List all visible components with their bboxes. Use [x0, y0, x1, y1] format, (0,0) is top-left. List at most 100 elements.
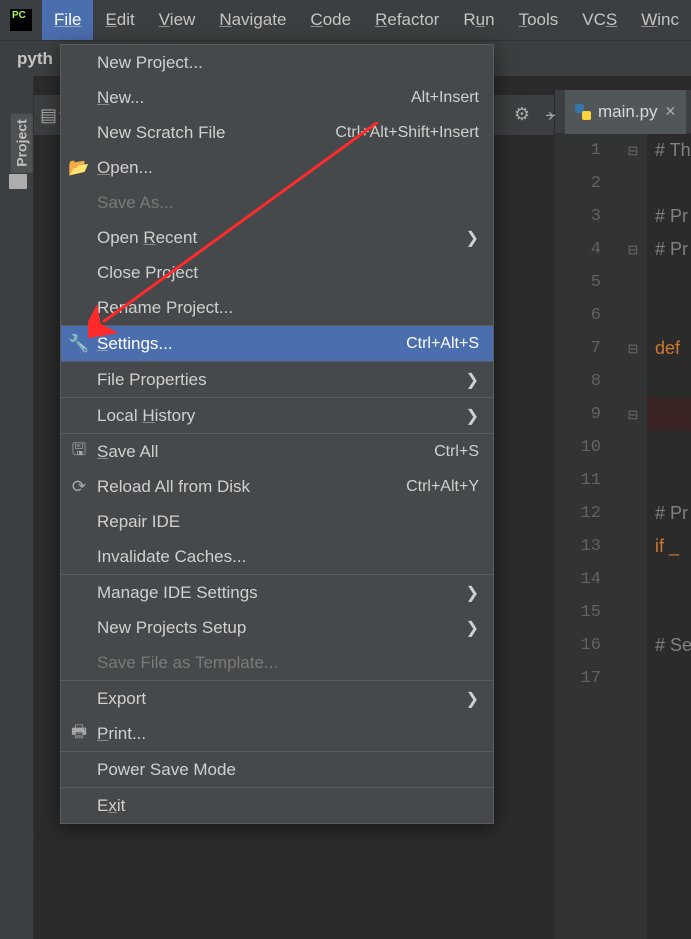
- menu-item-export[interactable]: Export❯: [61, 681, 493, 716]
- panel-actions: ⚙ —: [514, 104, 561, 125]
- menu-item-label: Rename Project...: [97, 298, 233, 318]
- code-line[interactable]: # Th: [647, 134, 691, 167]
- code-line[interactable]: [647, 563, 691, 596]
- fold-marker[interactable]: ⊟: [619, 332, 647, 365]
- menu-tools[interactable]: Tools: [507, 0, 571, 40]
- line-number[interactable]: 4: [555, 233, 619, 266]
- editor-tab-main[interactable]: main.py ✕: [565, 90, 686, 134]
- fold-marker[interactable]: ⊟: [619, 398, 647, 431]
- menu-item-open-recent[interactable]: Open Recent❯: [61, 220, 493, 255]
- line-number[interactable]: 8: [555, 365, 619, 398]
- structure-tool-icon[interactable]: [9, 174, 27, 189]
- fold-marker: [619, 662, 647, 695]
- menu-item-rename-project[interactable]: Rename Project...: [61, 290, 493, 325]
- line-number[interactable]: 5: [555, 266, 619, 299]
- code-line[interactable]: [647, 596, 691, 629]
- line-number[interactable]: 2: [555, 167, 619, 200]
- menu-edit-mn: E: [105, 10, 116, 29]
- line-number[interactable]: 16: [555, 629, 619, 662]
- menu-item-power-save-mode[interactable]: Power Save Mode: [61, 752, 493, 787]
- file-menu-dropdown: New Project... New...Alt+InsertNew Scratc…: [60, 44, 494, 824]
- menu-navigate-mn: N: [219, 10, 231, 29]
- line-number[interactable]: 10: [555, 431, 619, 464]
- menu-item-new-scratch-file[interactable]: New Scratch FileCtrl+Alt+Shift+Insert: [61, 115, 493, 150]
- code-content[interactable]: # Th# Pr# Prdef # Prif _# Se: [647, 134, 691, 939]
- menu-run-mn: u: [476, 10, 485, 29]
- menu-item-invalidate-caches[interactable]: Invalidate Caches...: [61, 539, 493, 574]
- menu-shortcut: Ctrl+S: [434, 443, 479, 461]
- line-number[interactable]: 1: [555, 134, 619, 167]
- line-number[interactable]: 11: [555, 464, 619, 497]
- line-number[interactable]: 14: [555, 563, 619, 596]
- fold-marker[interactable]: ⊟: [619, 233, 647, 266]
- code-line[interactable]: # Pr: [647, 200, 691, 233]
- fold-marker: [619, 563, 647, 596]
- folder-icon: ▤: [40, 105, 57, 126]
- submenu-arrow-icon: ❯: [466, 618, 479, 638]
- menu-item-close-project[interactable]: Close Project: [61, 255, 493, 290]
- menu-item-manage-ide-settings[interactable]: Manage IDE Settings❯: [61, 575, 493, 610]
- menu-item-new-project[interactable]: New Project...: [61, 45, 493, 80]
- menu-item-new[interactable]: New...Alt+Insert: [61, 80, 493, 115]
- menu-item-reload-all-from-disk[interactable]: ⟳Reload All from DiskCtrl+Alt+Y: [61, 469, 493, 504]
- menu-navigate[interactable]: Navigate: [207, 0, 298, 40]
- line-number[interactable]: 6: [555, 299, 619, 332]
- settings-gear-icon[interactable]: ⚙: [514, 104, 530, 125]
- line-number[interactable]: 13▶: [555, 530, 619, 563]
- menu-code[interactable]: Code: [298, 0, 363, 40]
- fold-marker: [619, 167, 647, 200]
- code-line[interactable]: [647, 662, 691, 695]
- line-number[interactable]: 3: [555, 200, 619, 233]
- menu-item-label: Save As...: [97, 193, 174, 213]
- menu-item-open[interactable]: 📂Open...: [61, 150, 493, 185]
- menu-file[interactable]: File: [42, 0, 93, 40]
- menu-view[interactable]: View: [147, 0, 208, 40]
- line-number[interactable]: 15: [555, 596, 619, 629]
- code-line[interactable]: def: [647, 332, 691, 365]
- menu-edit[interactable]: Edit: [93, 0, 146, 40]
- code-line[interactable]: [647, 167, 691, 200]
- code-line[interactable]: [647, 398, 691, 431]
- submenu-arrow-icon: ❯: [466, 228, 479, 248]
- line-number[interactable]: 7: [555, 332, 619, 365]
- code-line[interactable]: [647, 431, 691, 464]
- editor-area: main.py ✕ 12345678910111213▶14151617 ⊟⊟⊟…: [555, 90, 691, 939]
- fold-marker: [619, 299, 647, 332]
- menu-run[interactable]: Run: [451, 0, 506, 40]
- tab-close-icon[interactable]: ✕: [665, 103, 677, 120]
- line-number[interactable]: 17: [555, 662, 619, 695]
- code-line[interactable]: [647, 266, 691, 299]
- menu-item-file-properties[interactable]: File Properties❯: [61, 362, 493, 397]
- menu-window[interactable]: Winc: [629, 0, 691, 40]
- code-line[interactable]: [647, 464, 691, 497]
- project-tool-button[interactable]: Project: [11, 113, 33, 172]
- wrench-icon: 🔧: [69, 334, 89, 354]
- menu-item-exit[interactable]: Exit: [61, 788, 493, 823]
- menu-item-label: New Project...: [97, 53, 203, 73]
- menu-item-repair-ide[interactable]: Repair IDE: [61, 504, 493, 539]
- menu-item-local-history[interactable]: Local History❯: [61, 398, 493, 433]
- code-line[interactable]: [647, 299, 691, 332]
- menu-refactor[interactable]: Refactor: [363, 0, 451, 40]
- line-number[interactable]: 12: [555, 497, 619, 530]
- menu-item-save-all[interactable]: 🖫Save AllCtrl+S: [61, 434, 493, 469]
- code-line[interactable]: # Pr: [647, 233, 691, 266]
- menu-item-settings[interactable]: 🔧Settings...Ctrl+Alt+S: [61, 326, 493, 361]
- code-line[interactable]: if _: [647, 530, 691, 563]
- menu-vcs[interactable]: VCS: [570, 0, 629, 40]
- tab-label: main.py: [598, 102, 658, 122]
- fold-marker: [619, 365, 647, 398]
- code-line[interactable]: # Se: [647, 629, 691, 662]
- menu-item-new-projects-setup[interactable]: New Projects Setup❯: [61, 610, 493, 645]
- menu-item-label: Reload All from Disk: [97, 477, 250, 497]
- menu-item-print[interactable]: 🖶Print...: [61, 716, 493, 751]
- print-icon: 🖶: [69, 719, 89, 748]
- line-number[interactable]: 9: [555, 398, 619, 431]
- submenu-arrow-icon: ❯: [466, 406, 479, 426]
- menu-item-label: Invalidate Caches...: [97, 547, 246, 567]
- code-line[interactable]: # Pr: [647, 497, 691, 530]
- menu-shortcut: Ctrl+Alt+Y: [406, 478, 479, 496]
- menu-item-label: Manage IDE Settings: [97, 583, 258, 603]
- fold-marker[interactable]: ⊟: [619, 134, 647, 167]
- code-line[interactable]: [647, 365, 691, 398]
